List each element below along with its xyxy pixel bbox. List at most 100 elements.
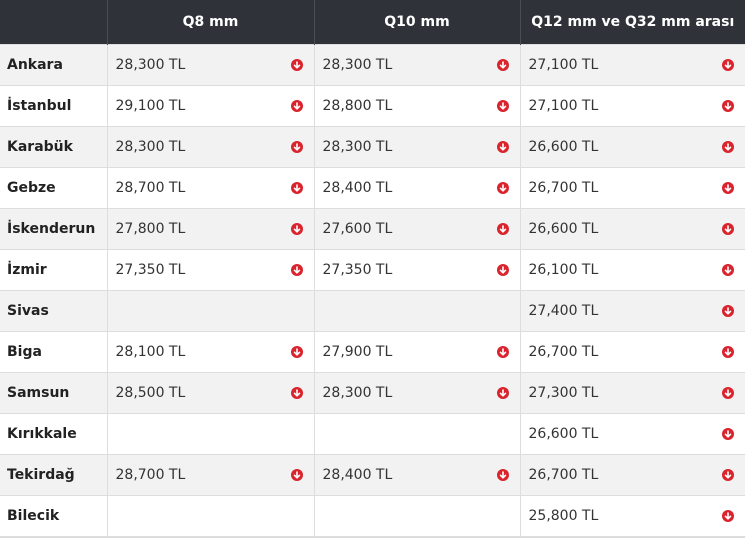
arrow-down-circle-icon	[722, 141, 734, 153]
q12-q32-price-cell: 26,600 TL	[519, 126, 745, 168]
table-row: Kırıkkale 26,600 TL	[0, 413, 745, 455]
q12-q32-price-cell: 26,100 TL	[519, 249, 745, 291]
price-value: 28,400 TL	[322, 180, 393, 196]
city-name: Gebze	[7, 180, 56, 196]
q10-price-cell: 27,600 TL	[313, 208, 520, 250]
arrow-down-circle-icon	[496, 141, 509, 153]
table-row: İzmir 27,350 TL 27,350 TL 26,100 TL	[0, 249, 745, 291]
q10-price-cell: 27,900 TL	[313, 331, 520, 373]
table-row: Ankara 28,300 TL 28,300 TL 27,100 TL	[0, 44, 745, 86]
price-value: 26,700 TL	[528, 180, 599, 196]
arrow-down-circle-icon	[722, 305, 734, 317]
table-row: Karabük 28,300 TL 28,300 TL 26,600 TL	[0, 126, 745, 168]
price-value: 28,800 TL	[322, 98, 393, 114]
q8-price-cell	[106, 495, 314, 538]
price-value: 27,900 TL	[322, 344, 393, 360]
city-cell: Sivas	[0, 290, 107, 332]
price-value: 28,700 TL	[115, 467, 186, 483]
city-name: Ankara	[7, 57, 63, 73]
table-row: Sivas 27,400 TL	[0, 290, 745, 332]
arrow-down-circle-icon	[722, 510, 734, 522]
header-q8: Q8 mm	[106, 0, 314, 45]
q12-q32-price-cell: 27,100 TL	[519, 44, 745, 86]
arrow-down-circle-icon	[722, 223, 734, 235]
city-cell: Bilecik	[0, 495, 107, 538]
city-name: İstanbul	[7, 98, 72, 114]
q12-q32-price-cell: 26,700 TL	[519, 454, 745, 496]
q8-price-cell: 28,300 TL	[106, 44, 314, 86]
q12-q32-price-cell: 26,600 TL	[519, 413, 745, 455]
q12-q32-price-cell: 25,800 TL	[519, 495, 745, 538]
arrow-down-circle-icon	[722, 387, 734, 399]
city-name: Biga	[7, 344, 42, 360]
q12-q32-price-cell: 26,700 TL	[519, 167, 745, 209]
price-value: 27,600 TL	[322, 221, 393, 237]
price-value: 27,100 TL	[528, 57, 599, 73]
q12-q32-price-cell: 26,600 TL	[519, 208, 745, 250]
q12-q32-price-cell: 26,700 TL	[519, 331, 745, 373]
arrow-down-circle-icon	[290, 141, 303, 153]
city-cell: Ankara	[0, 44, 107, 86]
city-name: İskenderun	[7, 221, 96, 237]
q12-q32-price-cell: 27,300 TL	[519, 372, 745, 414]
price-value: 28,300 TL	[322, 385, 393, 401]
table-body: Ankara 28,300 TL 28,300 TL 27,100 TL İstanbu…	[0, 44, 745, 538]
price-value: 26,600 TL	[528, 139, 599, 155]
price-value: 27,350 TL	[322, 262, 393, 278]
q8-price-cell: 28,100 TL	[106, 331, 314, 373]
price-table-container: Q8 mm Q10 mm Q12 mm ve Q32 mm arası Anka…	[0, 0, 745, 545]
price-value: 28,100 TL	[115, 344, 186, 360]
q10-price-cell: 28,400 TL	[313, 167, 520, 209]
price-value: 27,100 TL	[528, 98, 599, 114]
city-cell: Samsun	[0, 372, 107, 414]
table-row: Tekirdağ 28,700 TL 28,400 TL 26,700 TL	[0, 454, 745, 496]
q10-price-cell: 28,400 TL	[313, 454, 520, 496]
q10-price-cell	[313, 413, 520, 455]
q8-price-cell: 28,500 TL	[106, 372, 314, 414]
arrow-down-circle-icon	[290, 264, 303, 276]
arrow-down-circle-icon	[496, 100, 509, 112]
q10-price-cell: 28,300 TL	[313, 44, 520, 86]
price-value: 25,800 TL	[528, 508, 599, 524]
q10-price-cell: 28,300 TL	[313, 126, 520, 168]
arrow-down-circle-icon	[496, 387, 509, 399]
arrow-down-circle-icon	[290, 387, 303, 399]
arrow-down-circle-icon	[722, 469, 734, 481]
q10-price-cell	[313, 290, 520, 332]
price-value: 27,350 TL	[115, 262, 186, 278]
header-city	[0, 0, 107, 45]
header-q12-q32: Q12 mm ve Q32 mm arası	[519, 0, 745, 45]
city-cell: Tekirdağ	[0, 454, 107, 496]
arrow-down-circle-icon	[496, 264, 509, 276]
q8-price-cell: 28,700 TL	[106, 167, 314, 209]
arrow-down-circle-icon	[722, 264, 734, 276]
city-cell: İskenderun	[0, 208, 107, 250]
q10-price-cell: 28,800 TL	[313, 85, 520, 127]
price-value: 27,400 TL	[528, 303, 599, 319]
price-value: 26,100 TL	[528, 262, 599, 278]
price-value: 26,600 TL	[528, 221, 599, 237]
price-value: 28,300 TL	[115, 139, 186, 155]
city-name: Sivas	[7, 303, 49, 319]
city-name: Tekirdağ	[7, 467, 75, 483]
arrow-down-circle-icon	[496, 223, 509, 235]
city-name: İzmir	[7, 262, 47, 278]
price-value: 27,800 TL	[115, 221, 186, 237]
table-row: İstanbul 29,100 TL 28,800 TL 27,100 TL	[0, 85, 745, 127]
price-value: 28,700 TL	[115, 180, 186, 196]
arrow-down-circle-icon	[496, 182, 509, 194]
q8-price-cell	[106, 413, 314, 455]
price-value: 26,700 TL	[528, 344, 599, 360]
city-name: Bilecik	[7, 508, 60, 524]
rebar-price-table: Q8 mm Q10 mm Q12 mm ve Q32 mm arası Anka…	[0, 0, 745, 538]
arrow-down-circle-icon	[722, 182, 734, 194]
arrow-down-circle-icon	[722, 428, 734, 440]
header-q10: Q10 mm	[313, 0, 520, 45]
q12-q32-price-cell: 27,400 TL	[519, 290, 745, 332]
table-row: Samsun 28,500 TL 28,300 TL 27,300 TL	[0, 372, 745, 414]
price-value: 26,700 TL	[528, 467, 599, 483]
arrow-down-circle-icon	[722, 100, 734, 112]
q10-price-cell	[313, 495, 520, 538]
q10-price-cell: 27,350 TL	[313, 249, 520, 291]
city-cell: İstanbul	[0, 85, 107, 127]
